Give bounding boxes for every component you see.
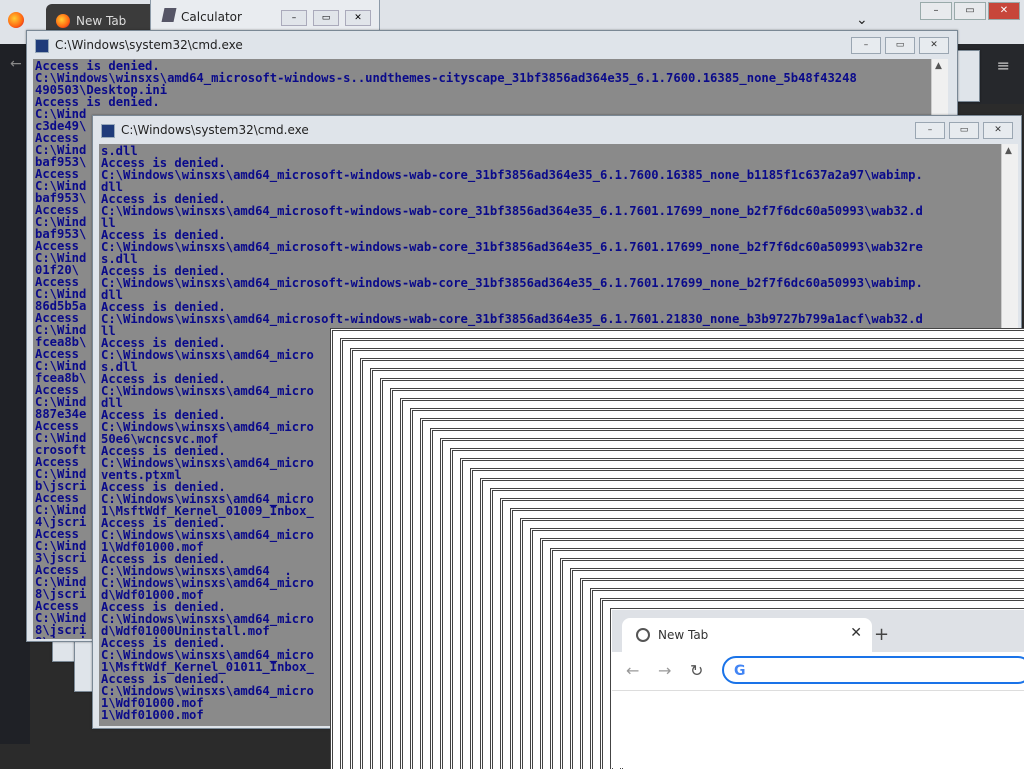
menu-icon[interactable]: ≡ — [997, 56, 1010, 75]
scroll-up-arrow-icon[interactable]: ▲ — [1005, 146, 1012, 156]
console-line: C:\Windows\winsxs\amd64_microsoft-window… — [101, 204, 923, 218]
back-arrow-icon[interactable]: ← — [10, 56, 22, 72]
reload-icon[interactable]: ↻ — [690, 661, 703, 680]
cmd-front-close-button[interactable]: ✕ — [983, 122, 1013, 139]
cmd-icon — [101, 124, 115, 138]
console-line: ll — [101, 216, 116, 230]
calculator-maximize-button[interactable]: ▭ — [313, 10, 339, 26]
cmd-back-title: C:\Windows\system32\cmd.exe — [55, 38, 243, 52]
cmd-front-maximize-button[interactable]: ▭ — [949, 122, 979, 139]
firefox-icon[interactable] — [8, 12, 24, 28]
chrome-toolbar: ← → ↻ G — [612, 652, 1024, 691]
chrome-favicon-icon — [636, 628, 650, 642]
cmd-back-minimize-button[interactable]: – — [851, 37, 881, 54]
cmd-front-titlebar[interactable]: C:\Windows\system32\cmd.exe – ▭ ✕ — [93, 116, 1021, 144]
close-button[interactable]: ✕ — [988, 2, 1020, 20]
back-icon[interactable]: ← — [626, 661, 639, 680]
firefox-favicon-icon — [56, 14, 70, 28]
console-line: C:\Windows\winsxs\amd64_microsoft-window… — [101, 312, 923, 326]
console-line: dll — [101, 288, 124, 302]
console-line: C:\Windows\winsxs\amd64_microsoft-window… — [35, 71, 857, 85]
cmd-back-close-button[interactable]: ✕ — [919, 37, 949, 54]
cmd-back-controls: – ▭ ✕ — [851, 37, 949, 54]
console-line: C:\Windows\winsxs\amd64_microsoft-window… — [101, 276, 923, 290]
console-line: s.dll — [101, 144, 138, 158]
omnibox-input[interactable]: G — [722, 656, 1024, 684]
console-line: C:\Windows\winsxs\amd64_microsoft-window… — [101, 240, 923, 254]
calculator-minimize-button[interactable]: – — [281, 10, 307, 26]
console-line: dll — [101, 180, 124, 194]
cmd-icon — [35, 39, 49, 53]
console-line: 490503\Desktop.ini — [35, 83, 168, 97]
background-tab-label: New Tab — [76, 14, 127, 28]
minimize-button[interactable]: – — [920, 2, 952, 20]
forward-icon[interactable]: → — [658, 661, 671, 680]
new-tab-button[interactable]: + — [874, 624, 889, 645]
background-window-controls: – ▭ ✕ — [920, 2, 1020, 20]
chrome-tab-label: New Tab — [658, 628, 709, 642]
chrome-tab-strip: New Tab ✕ + — [612, 610, 1024, 652]
cmd-front-minimize-button[interactable]: – — [915, 122, 945, 139]
console-line: s.dll — [101, 252, 138, 266]
scroll-up-arrow-icon[interactable]: ▲ — [935, 61, 942, 71]
console-line: C:\Windows\winsxs\amd64_microsoft-window… — [101, 168, 923, 182]
google-logo-icon: G — [734, 663, 746, 679]
restore-button[interactable]: ▭ — [954, 2, 986, 20]
calculator-title: Calculator — [181, 10, 242, 24]
cmd-back-maximize-button[interactable]: ▭ — [885, 37, 915, 54]
calculator-window[interactable]: Calculator – ▭ ✕ — [150, 0, 380, 31]
calculator-controls: – ▭ ✕ — [281, 10, 371, 26]
console-line: Access is denied. — [35, 95, 160, 109]
cmd-front-title: C:\Windows\system32\cmd.exe — [121, 123, 309, 137]
cmd-back-titlebar[interactable]: C:\Windows\system32\cmd.exe – ▭ ✕ — [27, 31, 957, 59]
chrome-tab-new-tab[interactable]: New Tab ✕ — [622, 618, 872, 652]
tab-list-chevron-icon[interactable]: ⌄ — [856, 12, 868, 28]
chrome-window[interactable]: New Tab ✕ + ← → ↻ G — [612, 610, 1024, 768]
close-tab-icon[interactable]: ✕ — [850, 625, 862, 641]
calculator-icon — [161, 8, 177, 22]
cmd-front-controls: – ▭ ✕ — [915, 122, 1013, 139]
calculator-close-button[interactable]: ✕ — [345, 10, 371, 26]
